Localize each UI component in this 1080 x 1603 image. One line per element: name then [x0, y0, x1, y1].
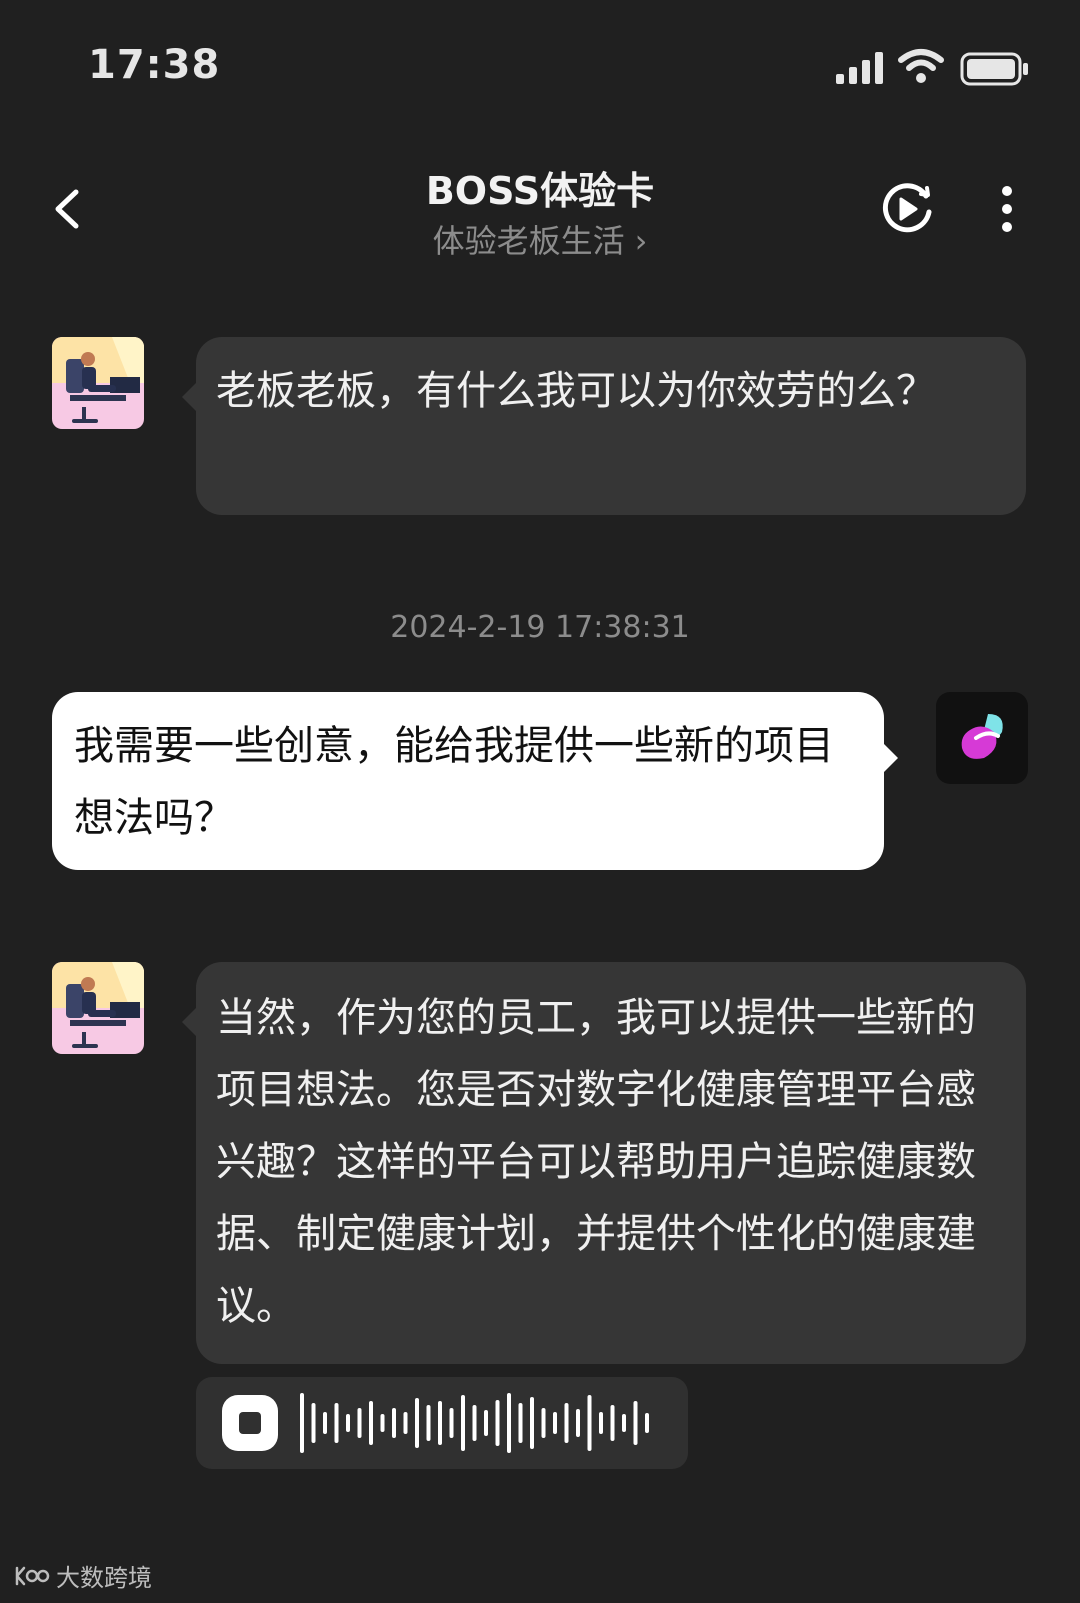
waveform-bar: [426, 1405, 431, 1441]
more-vertical-icon[interactable]: [992, 184, 1022, 234]
cellular-signal-icon: [836, 52, 883, 84]
waveform-bar: [518, 1403, 523, 1443]
app-logo-icon: [961, 714, 1003, 759]
user-message-bubble[interactable]: 我需要一些创意，能给我提供一些新的项目想法吗？: [52, 692, 898, 870]
waveform-bar: [484, 1410, 488, 1436]
watermark-text: 大数跨境: [56, 1564, 152, 1592]
waveform-bar: [369, 1401, 373, 1445]
waveform-bar: [380, 1414, 385, 1432]
message-text: 我需要一些创意，能给我提供一些新的项目想法吗？: [74, 723, 834, 841]
waveform-bar: [541, 1408, 546, 1438]
waveform-bar: [530, 1397, 534, 1449]
bot-avatar[interactable]: [52, 337, 144, 429]
voice-playback-bar[interactable]: [196, 1377, 688, 1469]
waveform-bar: [610, 1405, 615, 1441]
bot-message-bubble[interactable]: 当然，作为您的员工，我可以提供一些新的项目想法。您是否对数字化健康管理平台感兴趣…: [182, 962, 1026, 1364]
audio-waveform: [300, 1393, 649, 1453]
bot-avatar[interactable]: [52, 962, 144, 1054]
play-circle-icon[interactable]: [880, 182, 934, 236]
waveform-bar: [311, 1403, 316, 1443]
stop-icon: [239, 1412, 261, 1434]
waveform-bar: [472, 1405, 477, 1441]
waveform-bar: [323, 1412, 327, 1434]
watermark: 大数跨境: [14, 1558, 152, 1593]
user-avatar[interactable]: [936, 692, 1028, 784]
wifi-icon: [898, 49, 944, 83]
status-time: 17:38: [88, 42, 221, 88]
battery-icon: [960, 52, 1028, 86]
waveform-bar: [449, 1408, 454, 1438]
waveform-bar: [300, 1393, 304, 1453]
boss-illustration-icon: [52, 337, 144, 429]
waveform-bar: [357, 1408, 362, 1438]
message-timestamp: 2024-2-19 17:38:31: [390, 610, 690, 645]
message-text: 老板老板，有什么我可以为你效劳的么？: [216, 368, 936, 414]
watermark-logo-icon: [15, 1566, 50, 1585]
waveform-bar: [622, 1414, 626, 1432]
waveform-bar: [587, 1395, 592, 1451]
waveform-bar: [392, 1408, 396, 1438]
waveform-bar: [553, 1412, 557, 1434]
waveform-bar: [564, 1403, 569, 1443]
waveform-bar: [645, 1413, 649, 1433]
waveform-bar: [633, 1401, 638, 1445]
chevron-right-icon: ›: [634, 222, 648, 260]
chat-subtitle-text: 体验老板生活: [432, 222, 625, 260]
waveform-bar: [403, 1412, 408, 1434]
waveform-bar: [346, 1414, 350, 1432]
boss-illustration-icon: [52, 962, 144, 1054]
waveform-bar: [438, 1401, 442, 1445]
waveform-bar: [507, 1393, 511, 1453]
bot-message-bubble[interactable]: 老板老板，有什么我可以为你效劳的么？: [182, 337, 1026, 515]
waveform-bar: [599, 1412, 603, 1434]
waveform-bar: [495, 1400, 500, 1446]
waveform-bar: [461, 1395, 465, 1451]
waveform-bar: [334, 1403, 339, 1443]
waveform-bar: [576, 1409, 580, 1437]
waveform-bar: [415, 1398, 419, 1448]
stop-button[interactable]: [222, 1395, 278, 1451]
message-text: 当然，作为您的员工，我可以提供一些新的项目想法。您是否对数字化健康管理平台感兴趣…: [216, 995, 976, 1329]
